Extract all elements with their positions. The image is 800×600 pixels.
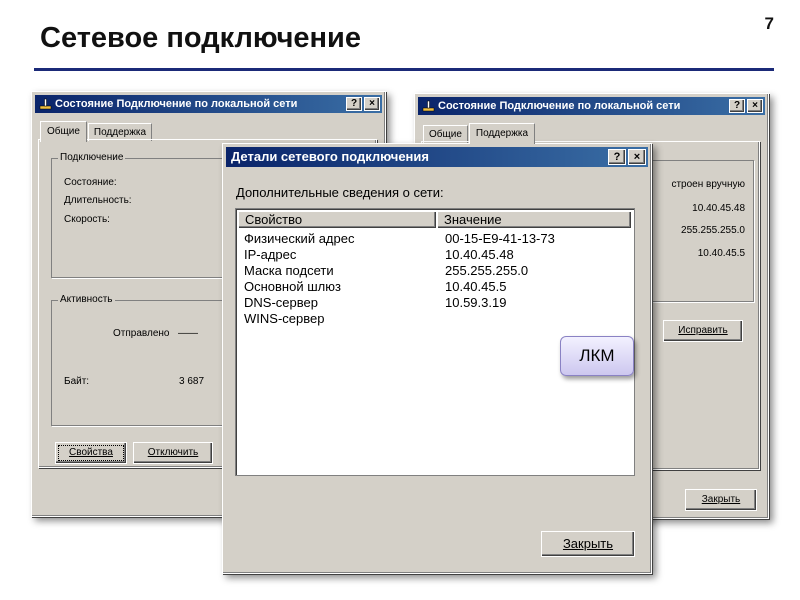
close-button[interactable]: × xyxy=(628,149,646,165)
gateway-value: 10.40.45.5 xyxy=(697,248,745,259)
ip-value: 10.40.45.48 xyxy=(692,203,745,214)
callout-lkm: ЛКМ xyxy=(560,336,634,376)
close-button[interactable]: × xyxy=(747,99,763,113)
column-header-value[interactable]: Значение xyxy=(437,211,632,229)
dialog-close-button[interactable]: Закрыть xyxy=(541,531,635,557)
network-icon xyxy=(39,98,52,110)
property-name: Маска подсети xyxy=(244,263,334,278)
dialog-subtitle: Дополнительные сведения о сети: xyxy=(236,185,444,200)
property-name: Физический адрес xyxy=(244,231,355,246)
close-button[interactable]: × xyxy=(364,97,380,111)
property-name: WINS-сервер xyxy=(244,311,325,326)
close-button[interactable]: Закрыть xyxy=(685,489,757,511)
slide-title: Сетевое подключение xyxy=(40,22,362,54)
group-label: Активность xyxy=(58,294,115,305)
dialog-title: Детали сетевого подключения xyxy=(231,149,429,164)
address-type-value: строен вручную xyxy=(671,179,745,190)
property-name: IP-адрес xyxy=(244,247,297,262)
column-header-property[interactable]: Свойство xyxy=(238,211,437,229)
tab-general[interactable]: Общие xyxy=(40,121,87,142)
help-button[interactable]: ? xyxy=(346,97,362,111)
network-icon xyxy=(422,100,435,112)
mask-value: 255.255.255.0 xyxy=(681,225,745,236)
slide-number: 7 xyxy=(764,14,774,33)
tab-support[interactable]: Поддержка xyxy=(468,123,536,144)
list-item[interactable]: IP-адрес 10.40.45.48 xyxy=(238,247,632,263)
list-item[interactable]: WINS-сервер xyxy=(238,311,632,327)
list-item[interactable]: Физический адрес 00-15-E9-41-13-73 xyxy=(238,231,632,247)
property-value: 10.40.45.48 xyxy=(445,247,514,262)
repair-button[interactable]: Исправить xyxy=(663,320,743,342)
help-button[interactable]: ? xyxy=(729,99,745,113)
list-item[interactable]: Основной шлюз 10.40.45.5 xyxy=(238,279,632,295)
help-button[interactable]: ? xyxy=(608,149,626,165)
property-value: 255.255.255.0 xyxy=(445,263,529,278)
window-titlebar: Состояние Подключение по локальной сети … xyxy=(418,97,765,115)
title-rule xyxy=(34,68,774,71)
property-name: Основной шлюз xyxy=(244,279,341,294)
list-item[interactable]: Маска подсети 255.255.255.0 xyxy=(238,263,632,279)
disconnect-button[interactable]: Отключить xyxy=(133,442,213,464)
group-label: Подключение xyxy=(58,152,126,163)
property-value xyxy=(437,311,445,327)
bytes-value: 3 687 xyxy=(179,376,205,387)
property-name: DNS-сервер xyxy=(244,295,318,310)
property-value: 10.40.45.5 xyxy=(445,279,507,294)
property-value: 10.59.3.19 xyxy=(445,295,507,310)
sent-label: Отправлено xyxy=(113,328,170,339)
status-label: Состояние: xyxy=(64,177,117,188)
window-title: Состояние Подключение по локальной сети xyxy=(55,98,298,110)
window-titlebar: Состояние Подключение по локальной сети … xyxy=(35,95,382,113)
properties-button[interactable]: Свойства xyxy=(55,442,127,464)
property-value: 00-15-E9-41-13-73 xyxy=(445,231,555,246)
bytes-label: Байт: xyxy=(64,376,90,387)
dialog-titlebar: Детали сетевого подключения ? × xyxy=(226,147,648,167)
duration-label: Длительность: xyxy=(64,195,132,206)
sent-dash: —— xyxy=(178,328,198,339)
speed-label: Скорость: xyxy=(64,214,110,225)
window-title: Состояние Подключение по локальной сети xyxy=(438,100,681,112)
list-item[interactable]: DNS-сервер 10.59.3.19 xyxy=(238,295,632,311)
